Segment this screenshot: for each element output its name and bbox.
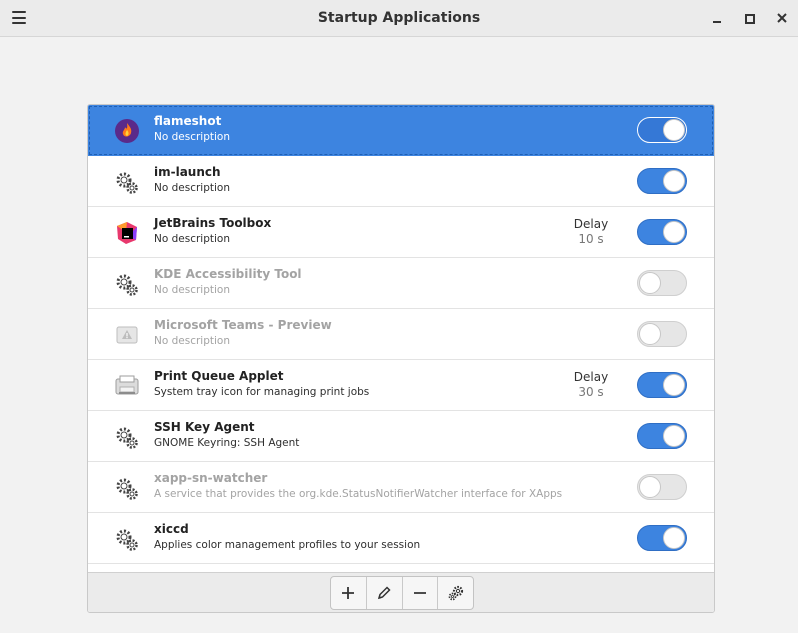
delay-value: 10 s (578, 232, 604, 246)
add-button[interactable] (331, 577, 367, 609)
plus-icon (342, 587, 355, 599)
gear-icon (114, 169, 140, 195)
enable-toggle[interactable] (637, 525, 687, 551)
maximize-button[interactable] (740, 9, 758, 27)
app-row-ssh-key-agent[interactable]: SSH Key Agent GNOME Keyring: SSH Agent (88, 411, 714, 462)
app-name: xapp-sn-watcher (154, 471, 268, 485)
delay-indicator: Delay 30 s (558, 370, 624, 399)
app-description: Applies color management profiles to you… (154, 539, 421, 551)
app-row-xiccd[interactable]: xiccd Applies color management profiles … (88, 513, 714, 564)
app-row-jetbrains-toolbox[interactable]: JetBrains Toolbox No description Delay 1… (88, 207, 714, 258)
title-bar: Startup Applications (0, 0, 798, 37)
delay-value: 30 s (578, 385, 604, 399)
app-description: GNOME Keyring: SSH Agent (154, 437, 300, 449)
gear-icon (114, 526, 140, 552)
printer-icon (114, 373, 140, 399)
gear-icon (448, 585, 463, 601)
settings-button[interactable] (438, 577, 473, 609)
close-button[interactable] (773, 9, 791, 27)
gear-icon (114, 271, 140, 297)
app-description: System tray icon for managing print jobs (154, 386, 370, 398)
app-description: No description (154, 284, 230, 296)
app-row-kde-accessibility-tool[interactable]: KDE Accessibility Tool No description (88, 258, 714, 309)
app-description: No description (154, 182, 230, 194)
gear-icon (114, 475, 140, 501)
enable-toggle[interactable] (637, 168, 687, 194)
edit-button[interactable] (367, 577, 403, 609)
bottom-toolbar (88, 572, 714, 612)
enable-toggle[interactable] (637, 219, 687, 245)
app-name: JetBrains Toolbox (154, 216, 272, 230)
pencil-icon (378, 586, 391, 600)
minus-icon (413, 592, 426, 594)
flameshot-icon (114, 118, 140, 144)
app-row-microsoft-teams-preview[interactable]: Microsoft Teams - Preview No description (88, 309, 714, 360)
delay-label: Delay (573, 217, 609, 231)
remove-button[interactable] (403, 577, 439, 609)
app-row-im-launch[interactable]: im-launch No description (88, 156, 714, 207)
enable-toggle[interactable] (637, 474, 687, 500)
warning-icon (114, 322, 140, 348)
app-name: KDE Accessibility Tool (154, 267, 302, 281)
gear-icon (114, 424, 140, 450)
app-description: No description (154, 233, 230, 245)
delay-label: Delay (573, 370, 609, 384)
action-button-group (330, 576, 474, 610)
jetbrains-toolbox-icon (114, 220, 140, 246)
app-name: Microsoft Teams - Preview (154, 318, 332, 332)
enable-toggle[interactable] (637, 270, 687, 296)
app-row-print-queue-applet[interactable]: Print Queue Applet System tray icon for … (88, 360, 714, 411)
app-description: A service that provides the org.kde.Stat… (154, 488, 563, 500)
enable-toggle[interactable] (637, 423, 687, 449)
enable-toggle[interactable] (637, 117, 687, 143)
minimize-button[interactable] (708, 9, 726, 27)
delay-indicator: Delay 10 s (558, 217, 624, 246)
enable-toggle[interactable] (637, 372, 687, 398)
app-description: No description (154, 131, 230, 143)
startup-apps-list: flameshot No description im-launch No de… (87, 104, 715, 613)
app-name: xiccd (154, 522, 189, 536)
app-description: No description (154, 335, 230, 347)
app-name: im-launch (154, 165, 221, 179)
enable-toggle[interactable] (637, 321, 687, 347)
app-name: SSH Key Agent (154, 420, 255, 434)
window-title: Startup Applications (317, 10, 481, 26)
app-name: Print Queue Applet (154, 369, 284, 383)
app-row-xapp-sn-watcher[interactable]: xapp-sn-watcher A service that provides … (88, 462, 714, 513)
close-icon (777, 13, 787, 23)
app-name: flameshot (154, 114, 222, 128)
app-row-flameshot[interactable]: flameshot No description (88, 105, 714, 156)
